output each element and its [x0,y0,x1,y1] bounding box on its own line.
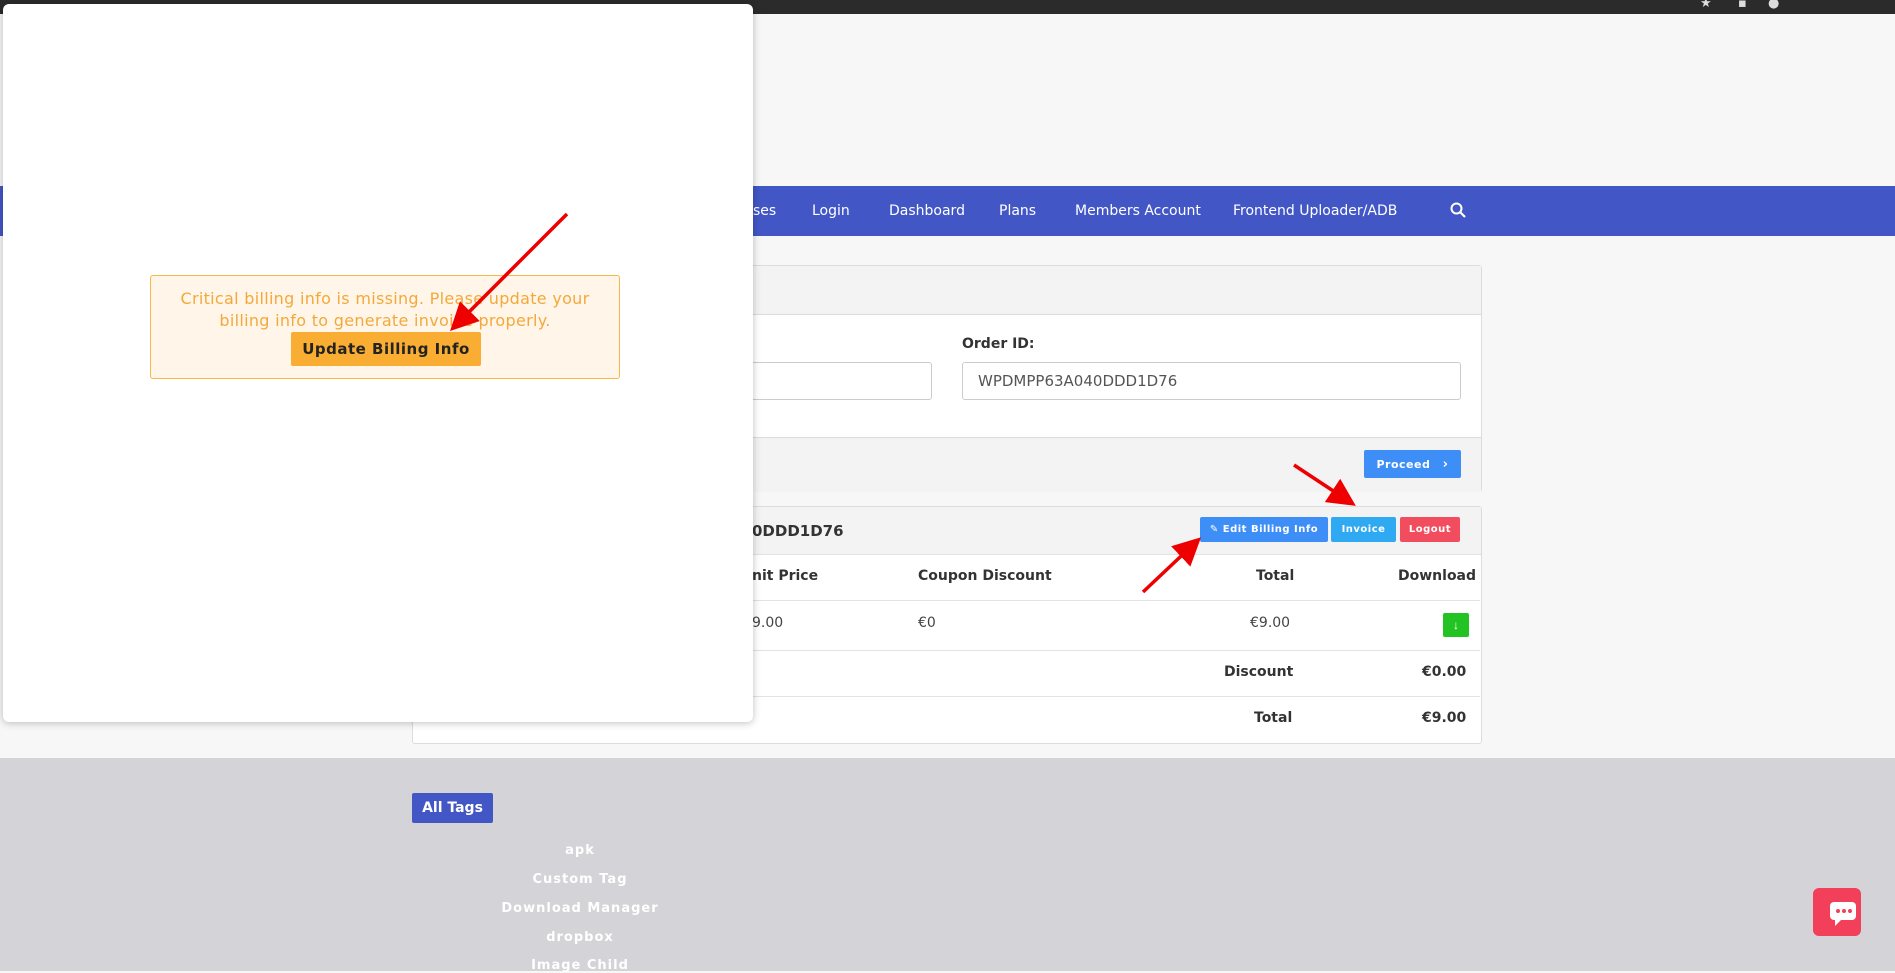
chat-button[interactable] [1813,888,1861,936]
col-unit-price: nit Price [752,568,819,584]
order-title: 0DDD1D76 [752,522,844,540]
divider [752,696,1480,697]
cell-total: €9.00 [1250,615,1291,631]
alert-message-line1: Critical billing info is missing. Please… [180,289,590,308]
invoice-button[interactable]: Invoice [1331,517,1396,542]
proceed-button[interactable]: Proceed › [1364,450,1461,478]
nav-item-frontend-uploader[interactable]: Frontend Uploader/ADB [1233,186,1397,236]
download-button[interactable]: ↓ [1443,613,1469,637]
order-id-label: Order ID: [962,336,1035,352]
order-id-field[interactable]: WPDMPP63A040DDD1D76 [962,362,1461,400]
edit-billing-button[interactable]: ✎ Edit Billing Info [1200,517,1328,542]
extension-icon[interactable]: ▪ [1738,0,1747,11]
divider [752,554,1480,555]
proceed-label: Proceed [1376,457,1431,471]
cell-coupon-discount: €0 [918,615,936,631]
divider [752,650,1480,651]
site-footer [0,758,1895,971]
nav-item-dashboard[interactable]: Dashboard [889,186,965,236]
discount-label: Discount [1224,664,1294,680]
col-coupon-discount: Coupon Discount [918,568,1052,584]
all-tags-button[interactable]: All Tags [412,793,493,823]
tag-link-download-manager[interactable]: Download Manager [480,901,680,916]
star-icon[interactable]: ★ [1700,0,1712,11]
tag-link-apk[interactable]: apk [480,843,680,858]
chat-icon [1830,902,1856,926]
discount-value: €0.00 [1422,664,1467,680]
tag-link-dropbox[interactable]: dropbox [480,930,680,945]
logout-button[interactable]: Logout [1400,517,1460,542]
nav-item-courses[interactable]: ses [753,186,776,236]
nav-item-login[interactable]: Login [812,186,850,236]
total-label: Total [1254,710,1293,726]
col-total: Total [1256,568,1295,584]
divider [752,600,1480,601]
profile-icon[interactable]: ● [1768,0,1779,11]
edit-billing-label: Edit Billing Info [1222,524,1319,535]
arrow-down-icon: ↓ [1453,618,1459,632]
col-download: Download [1398,568,1477,584]
tag-link-custom-tag[interactable]: Custom Tag [480,872,680,887]
update-billing-button[interactable]: Update Billing Info [291,332,481,366]
cell-unit-price: 9.00 [752,615,784,631]
email-field[interactable] [730,362,932,400]
chevron-right-icon: › [1442,456,1449,472]
search-icon[interactable] [1450,202,1466,218]
nav-item-plans[interactable]: Plans [999,186,1036,236]
pencil-icon: ✎ [1209,524,1219,535]
alert-message-line2: billing info to generate invoice properl… [219,311,551,330]
nav-item-members-account[interactable]: Members Account [1075,186,1201,236]
total-value: €9.00 [1422,710,1467,726]
